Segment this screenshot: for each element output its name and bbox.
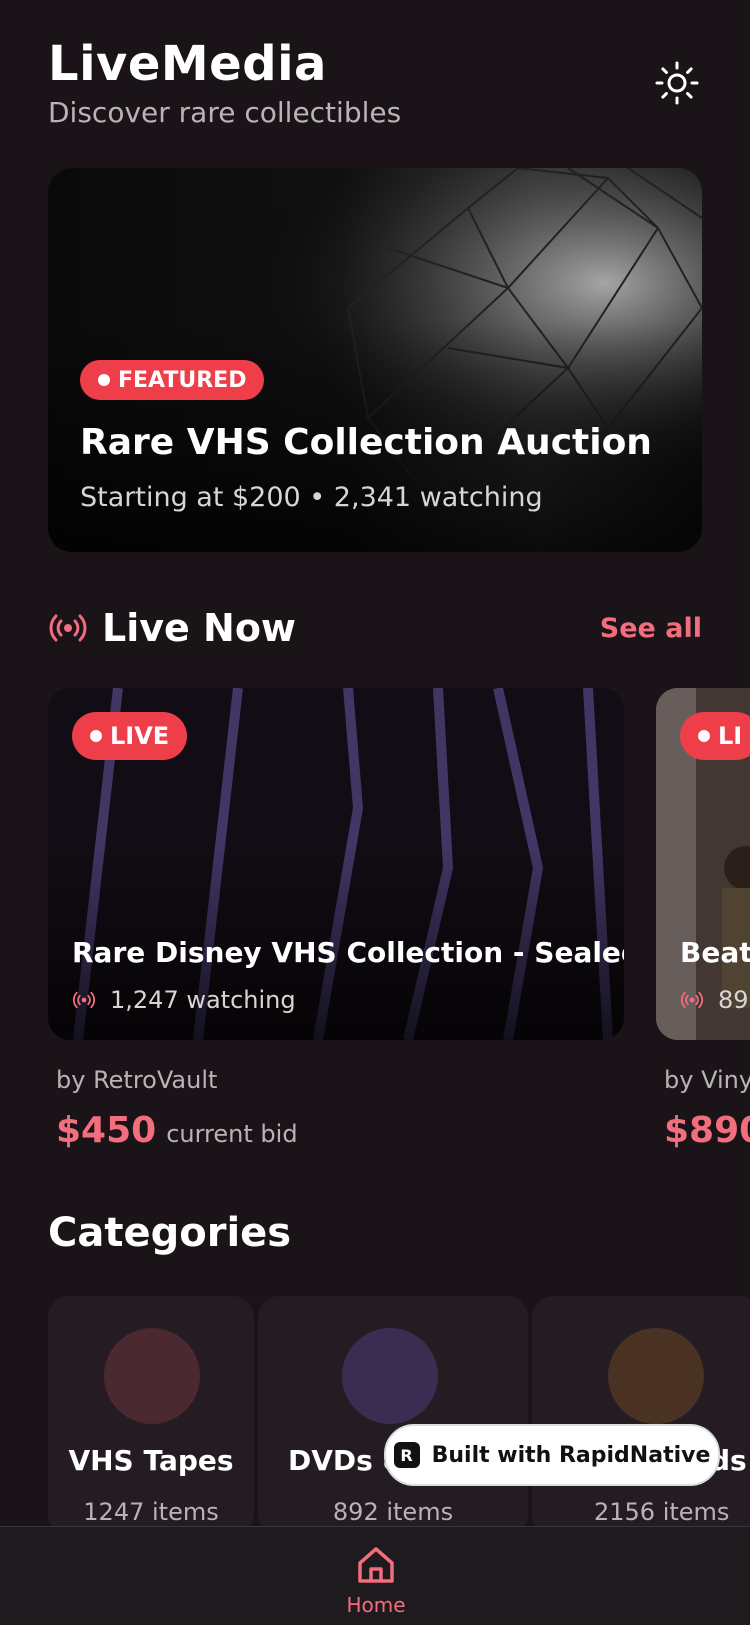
theme-toggle-button[interactable] [652, 58, 702, 108]
category-count: 1247 items [83, 1498, 219, 1526]
current-bid: $450 current bid [56, 1110, 298, 1151]
bid-amount: $450 [56, 1110, 157, 1151]
bottom-navigation: Home [0, 1526, 750, 1625]
live-dot-icon [90, 730, 102, 742]
live-badge-label: LI [718, 722, 743, 750]
bid-label: current bid [166, 1120, 298, 1148]
category-count: 892 items [332, 1498, 454, 1526]
see-all-link[interactable]: See all [600, 613, 702, 644]
seller-name: by RetroVault [56, 1066, 218, 1094]
broadcast-icon [680, 991, 704, 1009]
live-dot-icon [698, 730, 710, 742]
live-item-title: Beatl [680, 936, 750, 969]
category-icon [342, 1328, 438, 1424]
app-header: LiveMedia Discover rare collectibles [48, 36, 401, 129]
live-badge-label: LIVE [110, 722, 170, 750]
category-card[interactable]: ds 2156 items [532, 1296, 750, 1536]
built-with-rapidnative-badge[interactable]: R Built with RapidNative [384, 1424, 720, 1486]
live-badge: LI [680, 712, 750, 760]
live-card[interactable]: LIVE Rare Disney VHS Collection - Sealed… [48, 688, 624, 1040]
current-bid: $890 [664, 1110, 750, 1151]
nav-home-tab[interactable]: Home [346, 1543, 406, 1617]
category-card[interactable]: DVDs & 892 items [258, 1296, 528, 1536]
featured-card[interactable]: FEATURED Rare VHS Collection Auction Sta… [48, 168, 702, 552]
categories-title: Categories [48, 1210, 292, 1256]
featured-meta: Starting at $200 • 2,341 watching [80, 482, 543, 513]
nav-home-label: Home [346, 1593, 406, 1617]
featured-badge-label: FEATURED [118, 367, 247, 393]
live-item-title: Rare Disney VHS Collection - Sealed [72, 936, 624, 969]
featured-title: Rare VHS Collection Auction [80, 422, 652, 463]
featured-badge: FEATURED [80, 360, 265, 400]
broadcast-icon [72, 991, 96, 1009]
live-watching: 89 [680, 986, 749, 1014]
live-now-title: Live Now [102, 606, 297, 650]
live-badge: LIVE [72, 712, 188, 760]
category-count: 2156 items [594, 1498, 730, 1526]
category-icon [608, 1328, 704, 1424]
seller-name: by Vinyl [664, 1066, 750, 1094]
category-icon [104, 1328, 200, 1424]
rapidnative-label: Built with RapidNative [431, 1442, 711, 1468]
watching-count: 89 [718, 986, 749, 1014]
category-name: VHS Tapes [68, 1444, 234, 1477]
app-subtitle: Discover rare collectibles [48, 96, 402, 129]
bid-amount: $890 [664, 1110, 750, 1151]
home-icon [358, 1547, 394, 1583]
badge-dot-icon [98, 374, 110, 386]
app-title: LiveMedia [48, 36, 327, 92]
category-card[interactable]: VHS Tapes 1247 items [48, 1296, 254, 1536]
watching-count: 1,247 watching [110, 986, 296, 1014]
live-card[interactable]: LI Beatl 89 [656, 688, 750, 1040]
live-now-header: Live Now See all [48, 600, 702, 656]
broadcast-icon [49, 614, 87, 642]
live-watching: 1,247 watching [72, 986, 296, 1014]
rapidnative-logo-icon: R [393, 1442, 420, 1468]
sun-icon [655, 61, 699, 105]
